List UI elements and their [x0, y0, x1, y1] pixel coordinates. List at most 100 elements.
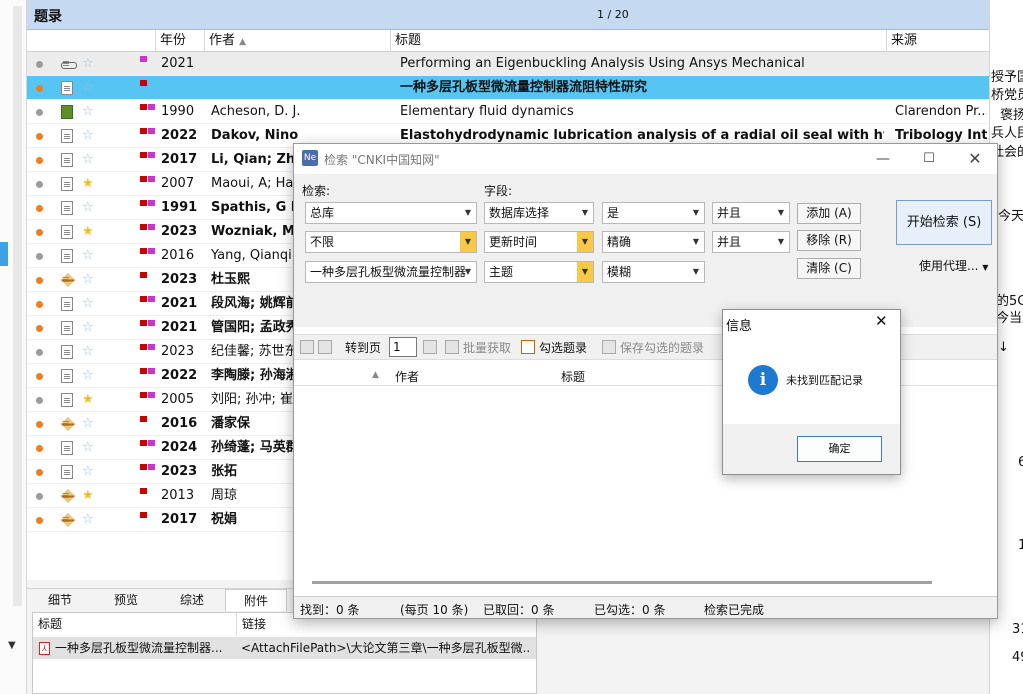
page-number-input[interactable]: 1 [389, 337, 417, 357]
dropdown-arrow-icon[interactable]: ▼ [8, 640, 16, 651]
read-status-dot[interactable] [36, 325, 43, 332]
logic-select-1[interactable]: 并且 ▼ [712, 202, 790, 224]
right-text-4: 兵人民国 [991, 126, 1023, 141]
tab-summary[interactable]: 综述 [159, 589, 225, 611]
star-icon[interactable]: ☆ [82, 508, 94, 532]
read-status-dot[interactable] [36, 469, 43, 476]
star-icon[interactable]: ☆ [82, 124, 94, 148]
ok-button[interactable]: 确定 [797, 436, 882, 462]
dialog-title-bar[interactable]: Ne 检索 "CNKI中国知网" — ☐ ✕ [294, 144, 997, 174]
label-marker [140, 128, 147, 134]
read-status-dot[interactable] [36, 277, 43, 284]
read-status-dot[interactable] [36, 109, 43, 116]
info-icon: i [748, 365, 778, 395]
star-icon[interactable]: ☆ [82, 148, 94, 172]
read-status-dot[interactable] [36, 157, 43, 164]
field-select-3[interactable]: 主题 ▼ [484, 261, 594, 283]
result-col-title[interactable]: 标题 [561, 368, 585, 385]
star-icon[interactable]: ☆ [82, 292, 94, 316]
remove-button[interactable]: 移除 (R) [797, 230, 861, 251]
col-title[interactable]: 标题 [390, 30, 886, 52]
star-icon[interactable]: ☆ [82, 460, 94, 484]
database-select[interactable]: 总库 ▼ [305, 202, 477, 224]
result-col-author[interactable]: 作者 [395, 368, 419, 385]
cell-year: 2005 [161, 392, 195, 407]
proxy-menu[interactable]: 使用代理... ▼ [919, 257, 988, 274]
logic-select-2[interactable]: 并且 ▼ [712, 231, 790, 253]
prev-page-icon[interactable] [318, 340, 332, 354]
read-status-dot[interactable] [36, 517, 43, 524]
note-pin-icon [61, 489, 73, 503]
icon-columns-header[interactable] [27, 30, 155, 52]
horizontal-scrollbar[interactable] [312, 581, 932, 584]
clear-button[interactable]: 清除 (C) [797, 258, 861, 279]
read-status-dot[interactable] [36, 421, 43, 428]
read-status-dot[interactable] [36, 85, 43, 92]
read-status-dot[interactable] [36, 133, 43, 140]
read-status-dot[interactable] [36, 229, 43, 236]
field-select-2[interactable]: 更新时间 ▼ [484, 231, 594, 253]
star-icon[interactable]: ☆ [82, 76, 94, 100]
read-status-dot[interactable] [36, 445, 43, 452]
read-status-dot[interactable] [36, 253, 43, 260]
label-marker [148, 440, 155, 446]
star-icon[interactable]: ☆ [82, 268, 94, 292]
table-row[interactable]: ☆ 1990 Acheson, D. J. Elementary fluid dyna… [27, 100, 989, 124]
table-row[interactable]: ☆ 2021 Performing an Eigenbuckling Analysi… [27, 52, 989, 76]
left-scrollbar[interactable] [13, 6, 22, 606]
field-select-1[interactable]: 数据库选择 ▼ [484, 202, 594, 224]
attachment-row[interactable]: ⅄ 一种多层孔板型微流量控制器... <AttachFilePath>\大论文第… [33, 637, 536, 659]
star-icon[interactable]: ☆ [82, 412, 94, 436]
read-status-dot[interactable] [36, 181, 43, 188]
keyword-input[interactable]: 一种多层孔板型微流量控制器 ▼ [305, 261, 477, 283]
next-page-icon[interactable] [423, 340, 437, 354]
read-status-dot[interactable] [36, 397, 43, 404]
star-icon[interactable]: ☆ [82, 52, 94, 76]
table-row[interactable]: ☆ 一种多层孔板型微流量控制器流阻特性研究 [27, 76, 989, 100]
star-icon[interactable]: ★ [82, 172, 94, 196]
save-checked-button[interactable]: 保存勾选的题录 [620, 339, 704, 356]
col-source[interactable]: 来源 [886, 30, 989, 52]
operator-select-3[interactable]: 模糊 ▼ [602, 261, 705, 283]
star-icon[interactable]: ☆ [82, 316, 94, 340]
minimize-icon[interactable]: — [871, 148, 895, 170]
star-icon[interactable]: ★ [82, 220, 94, 244]
star-icon[interactable]: ★ [82, 388, 94, 412]
right-text-3: 褒扬 [1000, 108, 1023, 123]
operator-select-2[interactable]: 精确 ▼ [602, 231, 705, 253]
cell-year: 2022 [161, 368, 198, 383]
read-status-dot[interactable] [36, 61, 43, 68]
batch-fetch-icon[interactable] [445, 340, 459, 354]
tab-preview[interactable]: 预览 [93, 589, 159, 611]
start-search-button[interactable]: 开始检索 (S) [896, 200, 992, 245]
tab-details[interactable]: 细节 [27, 589, 93, 611]
star-icon[interactable]: ☆ [82, 436, 94, 460]
cell-year: 2021 [161, 56, 195, 71]
read-status-dot[interactable] [36, 349, 43, 356]
value-select-2[interactable]: 不限 ▼ [305, 231, 477, 253]
star-icon[interactable]: ★ [82, 484, 94, 508]
chevron-down-icon: ▼ [692, 267, 699, 276]
cell-title: Elementary fluid dynamics [400, 104, 574, 119]
star-icon[interactable]: ☆ [82, 364, 94, 388]
maximize-icon[interactable]: ☐ [917, 148, 941, 170]
read-status-dot[interactable] [36, 301, 43, 308]
attach-col-title[interactable]: 标题 [33, 613, 233, 635]
read-status-dot[interactable] [36, 373, 43, 380]
first-page-icon[interactable] [300, 340, 314, 354]
col-author[interactable]: 作者 ▲ [204, 30, 390, 52]
read-status-dot[interactable] [36, 205, 43, 212]
read-status-dot[interactable] [36, 493, 43, 500]
batch-fetch-button[interactable]: 批量获取 [463, 339, 511, 356]
close-icon[interactable]: ✕ [963, 148, 987, 170]
operator-select-1[interactable]: 是 ▼ [602, 202, 705, 224]
star-icon[interactable]: ☆ [82, 100, 94, 124]
add-button[interactable]: 添加 (A) [797, 203, 861, 224]
star-icon[interactable]: ☆ [82, 196, 94, 220]
star-icon[interactable]: ☆ [82, 340, 94, 364]
star-icon[interactable]: ☆ [82, 244, 94, 268]
close-icon[interactable]: ✕ [875, 312, 888, 330]
check-entries-button[interactable]: 勾选题录 [539, 339, 587, 356]
col-year[interactable]: 年份 [155, 30, 204, 52]
tab-attachments[interactable]: 附件 [225, 589, 287, 611]
